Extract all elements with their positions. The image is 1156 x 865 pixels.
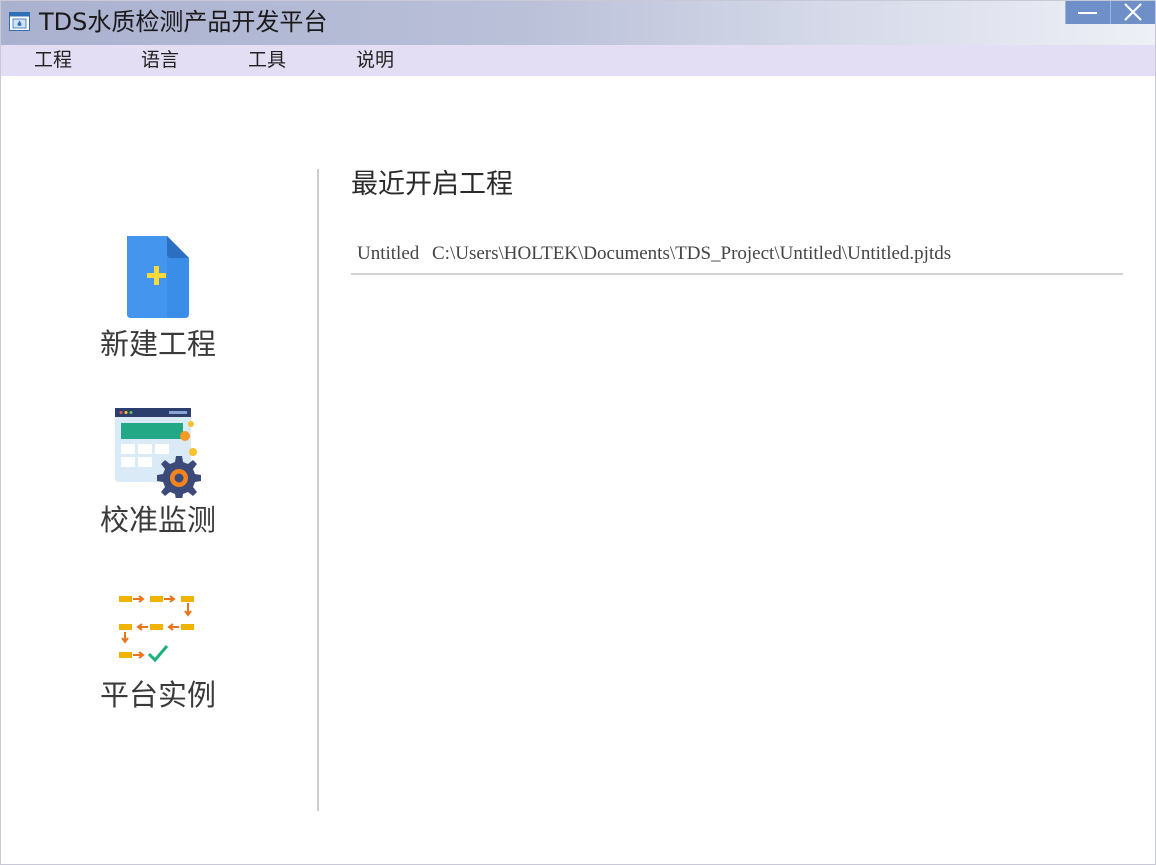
new-project-label: 新建工程 — [99, 327, 216, 361]
panel-divider — [317, 169, 319, 811]
recent-project-row[interactable]: Untitled C:\Users\HOLTEK\Documents\TDS_P… — [351, 241, 1123, 275]
dashboard-settings-icon — [115, 408, 201, 498]
recent-projects-title: 最近开启工程 — [351, 169, 513, 200]
new-file-icon — [127, 236, 189, 318]
recent-project-path: C:\Users\HOLTEK\Documents\TDS_Project\Un… — [432, 243, 952, 264]
menu-project[interactable]: 工程 — [34, 48, 72, 72]
close-button[interactable] — [1110, 1, 1155, 24]
close-icon — [1124, 3, 1142, 21]
menu-tools[interactable]: 工具 — [248, 48, 286, 72]
new-project-button[interactable]: 新建工程 — [58, 234, 258, 362]
minimize-icon — [1078, 12, 1097, 14]
workflow-icon — [119, 595, 194, 663]
app-window-icon — [9, 12, 30, 31]
title-bar[interactable]: TDS水质检测产品开发平台 — [1, 1, 1155, 45]
minimize-button[interactable] — [1065, 1, 1110, 24]
examples-label: 平台实例 — [99, 678, 216, 712]
menu-help[interactable]: 说明 — [356, 48, 394, 72]
calibration-label: 校准监测 — [99, 503, 216, 537]
menu-language[interactable]: 语言 — [141, 48, 179, 72]
calibration-button[interactable]: 校准监测 — [58, 406, 258, 538]
examples-button[interactable]: 平台实例 — [58, 591, 258, 713]
window-title: TDS水质检测产品开发平台 — [39, 8, 328, 36]
recent-project-name: Untitled — [357, 243, 420, 264]
main-window: TDS水质检测产品开发平台 工程 语言 工具 说明 新建工程 校准监测 平台实例… — [0, 0, 1156, 865]
menu-bar: 工程 语言 工具 说明 — [1, 45, 1155, 76]
